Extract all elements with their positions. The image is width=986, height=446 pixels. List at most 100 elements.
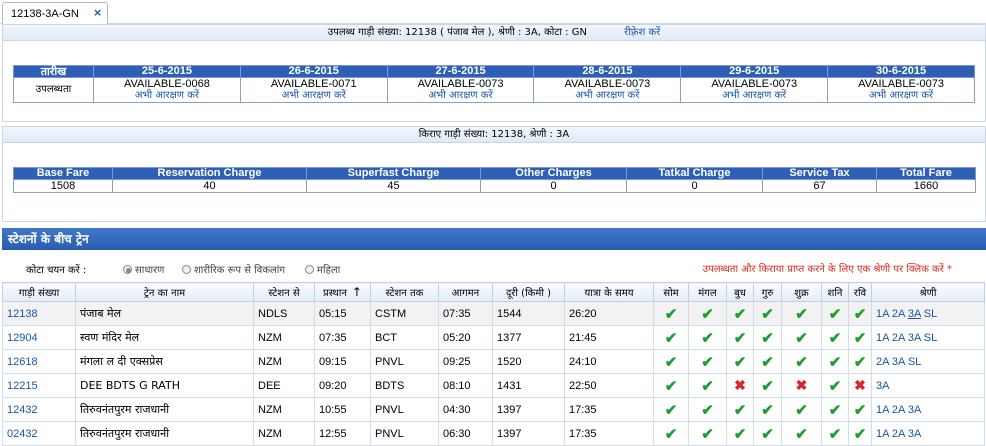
tab-train-query[interactable]: 12138-3A-GN × (2, 2, 108, 25)
refresh-link[interactable]: रीफ़्रेश करें (624, 27, 660, 38)
check-icon: ✔ (795, 425, 808, 443)
table-row: 12618 मंगला ल दी एक्सप्रेस NZM 09:15 PNVL 09:… (2, 349, 985, 374)
day-cell: ✔ (653, 421, 689, 446)
train-number[interactable]: 12904 (2, 325, 76, 350)
column-header[interactable]: गुरु (753, 282, 782, 302)
column-header[interactable]: यात्रा के समय (564, 282, 654, 302)
train-arr: 08:10 (438, 373, 493, 398)
quota-radio-ladies[interactable]: महिला (305, 262, 340, 276)
fare-value: 0 (626, 179, 763, 193)
class-link[interactable]: SL (924, 308, 937, 320)
train-from: NZM (253, 325, 315, 350)
column-header[interactable]: आगमन (438, 282, 493, 302)
column-header[interactable]: सोम (653, 282, 689, 302)
check-icon: ✔ (853, 353, 867, 371)
check-icon: ✔ (761, 425, 774, 443)
availability-cell: AVAILABLE-0073 अभी आरक्षण करें (680, 77, 829, 103)
book-now-link[interactable]: अभी आरक्षण करें (534, 90, 680, 102)
class-link[interactable]: SL (924, 332, 937, 344)
class-link[interactable]: SL (908, 356, 921, 368)
train-number[interactable]: 02432 (2, 421, 76, 446)
day-cell: ✔ (781, 325, 822, 350)
column-header[interactable]: स्टेशन तक (370, 282, 439, 302)
class-link[interactable]: 3A (908, 332, 921, 344)
class-link[interactable]: 2A (892, 428, 905, 440)
train-time: 17:35 (564, 397, 654, 422)
book-now-link[interactable]: अभी आरक्षण करें (241, 90, 387, 102)
check-icon: ✔ (853, 425, 867, 443)
book-now-link[interactable]: अभी आरक्षण करें (94, 90, 240, 102)
train-number[interactable]: 12432 (2, 397, 76, 422)
class-link[interactable]: 3A (908, 404, 921, 416)
column-header[interactable]: दूरी (किमी ) (492, 282, 565, 302)
train-time: 22:50 (564, 373, 654, 398)
book-now-link[interactable]: अभी आरक्षण करें (388, 90, 534, 102)
column-header[interactable]: बुध (726, 282, 754, 302)
train-dep: 07:35 (314, 325, 371, 350)
column-header[interactable]: ट्रेन का नाम (75, 282, 254, 302)
class-link[interactable]: 3A (876, 380, 889, 392)
check-icon: ✔ (853, 305, 867, 323)
check-icon: ✔ (828, 425, 842, 443)
class-link[interactable]: 1A (876, 404, 889, 416)
fare-column-header: Reservation Charge (112, 167, 307, 180)
column-header-label: दूरी (किमी ) (506, 288, 551, 299)
train-number[interactable]: 12618 (2, 349, 76, 374)
class-link[interactable]: 1A (876, 332, 889, 344)
day-cell: ✔ (821, 373, 849, 398)
class-link[interactable]: 2A (892, 404, 905, 416)
column-header-label: शुक्र (794, 288, 809, 299)
check-icon: ✔ (761, 401, 774, 419)
day-cell: ✔ (726, 349, 754, 374)
train-name: पंजाब मेल (75, 301, 254, 326)
column-header[interactable]: शुक्र (781, 282, 822, 302)
date-header-cell: 25-6-2015 (93, 65, 241, 78)
book-now-link[interactable]: अभी आरक्षण करें (828, 90, 974, 102)
column-header[interactable]: मंगल (688, 282, 727, 302)
train-name: मंगला ल दी एक्सप्रेस (75, 349, 254, 374)
train-number[interactable]: 12138 (2, 301, 76, 326)
quota-radio-general[interactable]: साधारण (123, 262, 164, 276)
day-cell: ✔ (848, 301, 872, 326)
book-now-link[interactable]: अभी आरक्षण करें (681, 90, 827, 102)
train-arr: 07:35 (438, 301, 493, 326)
column-header[interactable]: शनि (821, 282, 849, 302)
availability-status: AVAILABLE-0073 (858, 78, 944, 90)
tab-label: 12138-3A-GN (11, 8, 79, 20)
column-header-label: ट्रेन का नाम (143, 288, 186, 299)
train-number[interactable]: 12215 (2, 373, 76, 398)
train-time: 26:20 (564, 301, 654, 326)
day-cell: ✔ (726, 325, 754, 350)
column-header-label: स्टेशन से (268, 288, 300, 299)
class-link[interactable]: 1A (876, 428, 889, 440)
availability-heading: उपलब्ध गाड़ी संख्या: 12138 ( पंजाब मेल )… (3, 25, 985, 41)
day-cell: ✔ (653, 301, 689, 326)
column-header[interactable]: श्रेणी (871, 282, 985, 302)
train-dist: 1377 (492, 325, 565, 350)
quota-option-label: शारीरिक रूप से विकलांग (194, 265, 286, 276)
fare-value: 40 (112, 179, 307, 193)
column-header[interactable]: रवि (848, 282, 872, 302)
class-link[interactable]: 3A (892, 356, 905, 368)
class-link[interactable]: 3A (908, 428, 921, 440)
check-icon: ✔ (664, 425, 678, 443)
train-arr: 06:30 (438, 421, 493, 446)
train-dep: 09:20 (314, 373, 371, 398)
class-link[interactable]: 2A (876, 356, 889, 368)
quota-radio-handicapped[interactable]: शारीरिक रूप से विकलांग (182, 262, 285, 276)
close-icon[interactable]: × (93, 6, 102, 19)
availability-cell: AVAILABLE-0068 अभी आरक्षण करें (93, 77, 241, 103)
train-name: स्वण मंदिर मेल (75, 325, 254, 350)
train-dep: 10:55 (314, 397, 371, 422)
train-name: तिरुवनंतपुरम राजधानी (75, 397, 254, 422)
class-link[interactable]: 2A (892, 332, 905, 344)
date-header: तारीख (13, 65, 94, 78)
column-header[interactable]: स्टेशन से (253, 282, 315, 302)
class-link[interactable]: 1A (876, 308, 889, 320)
classes-cell: 2A 3A SL (871, 349, 985, 374)
availability-cell: AVAILABLE-0073 अभी आरक्षण करें (386, 77, 535, 103)
class-link[interactable]: 2A (892, 308, 905, 320)
column-header[interactable]: प्रस्थान ↑ (314, 282, 371, 302)
class-link[interactable]: 3A (908, 308, 921, 320)
column-header[interactable]: गाड़ी संख्या (2, 282, 76, 302)
